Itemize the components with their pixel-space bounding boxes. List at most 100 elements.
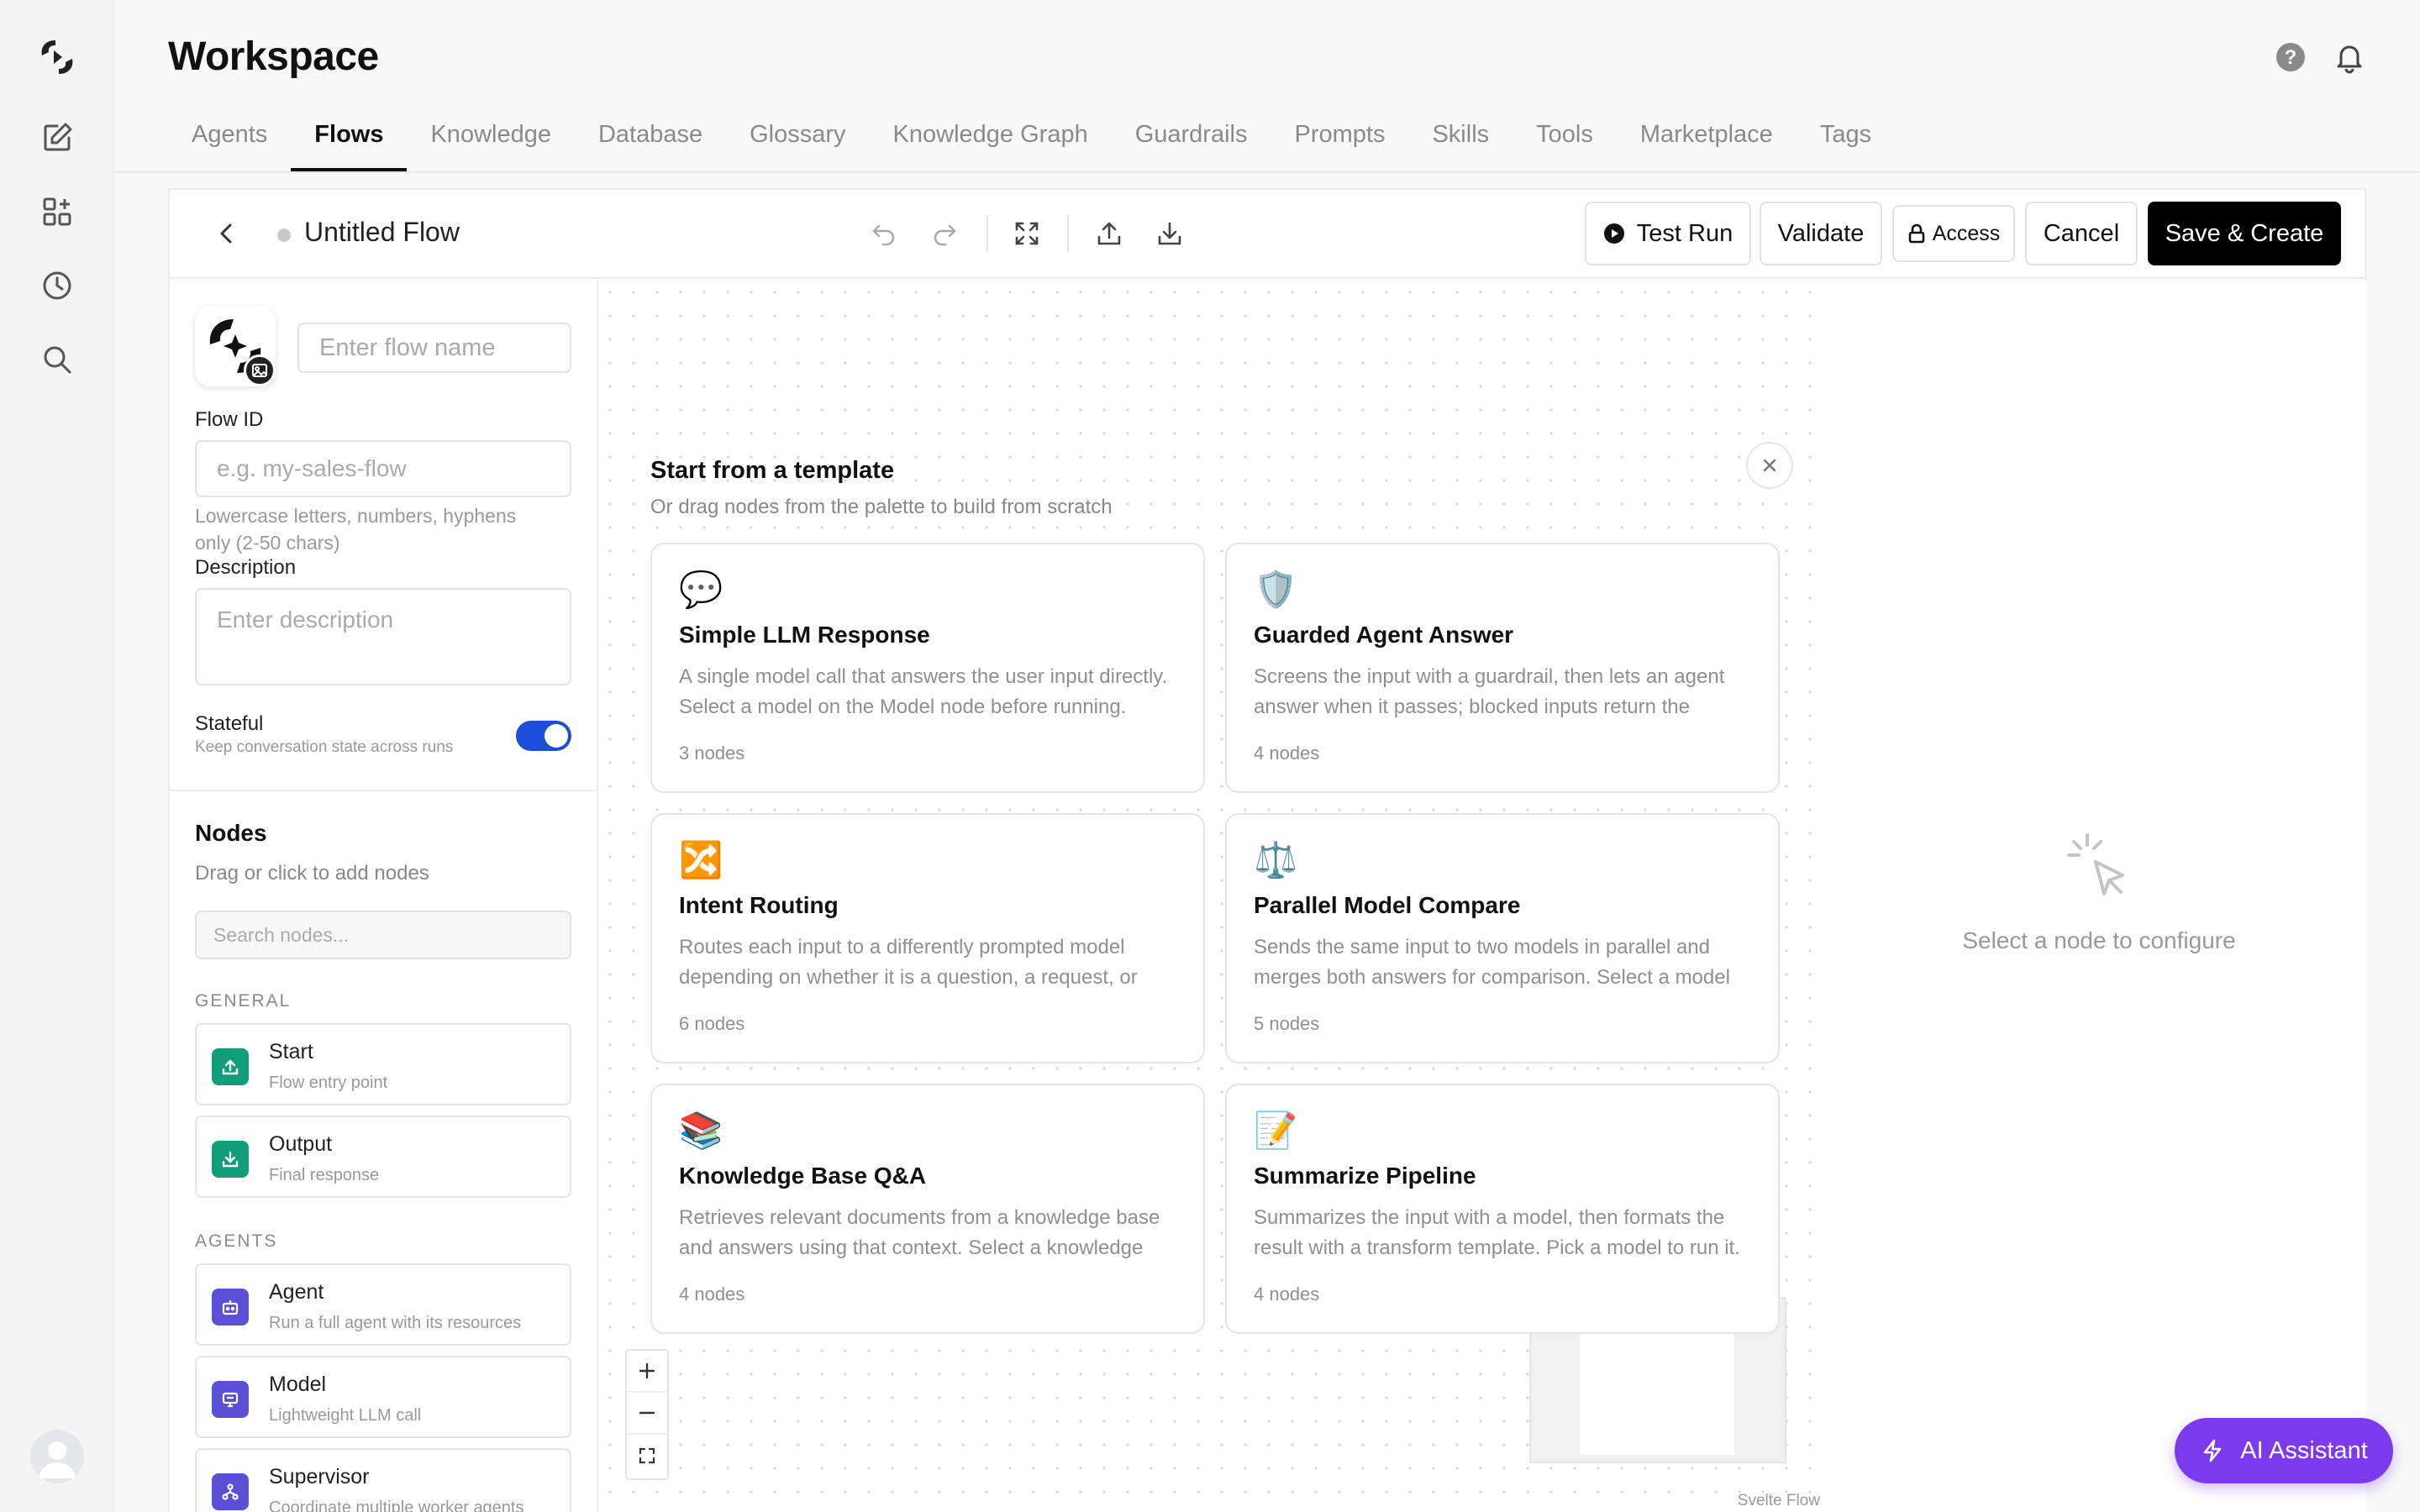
node-name: Agent (269, 1280, 324, 1304)
apps-icon[interactable] (34, 188, 81, 235)
flow-id-input[interactable]: e.g. my-sales-flow (195, 440, 571, 497)
minus-icon (639, 1411, 655, 1415)
svg-text:?: ? (2285, 46, 2297, 69)
template-title: Guarded Agent Answer (1254, 622, 1514, 648)
tab-flows[interactable]: Flows (291, 109, 408, 171)
logo-icon[interactable] (34, 34, 81, 81)
nodes-title: Nodes (195, 820, 267, 846)
templates-subtitle: Or drag nodes from the palette to build … (650, 496, 1113, 518)
palette-node-agent[interactable]: Agent Run a full agent with its resource… (195, 1263, 571, 1346)
flow-id-label: Flow ID (195, 408, 264, 431)
back-button[interactable] (207, 213, 247, 254)
books-icon: 📚 (679, 1110, 723, 1150)
redo-icon[interactable] (924, 213, 965, 254)
template-node-count: 5 nodes (1254, 1013, 1320, 1034)
avatar[interactable] (30, 1430, 84, 1483)
bell-icon[interactable] (2333, 40, 2366, 78)
template-card[interactable]: 📚 Knowledge Base Q&A Retrieves relevant … (650, 1084, 1205, 1334)
tab-skills[interactable]: Skills (1408, 109, 1512, 171)
template-title: Intent Routing (679, 892, 839, 918)
stateful-toggle[interactable] (516, 721, 571, 751)
section-general: GENERAL (195, 991, 292, 1011)
flow-name-input[interactable]: Enter flow name (297, 323, 571, 373)
lightning-icon (2203, 1439, 2222, 1462)
access-button[interactable]: Access (1892, 205, 2015, 262)
stateful-label: Stateful (195, 712, 264, 735)
node-name: Start (269, 1040, 313, 1063)
tab-marketplace[interactable]: Marketplace (1617, 109, 1797, 171)
description-input[interactable]: Enter description (195, 588, 571, 685)
node-desc: Lightweight LLM call (269, 1406, 422, 1425)
test-run-button[interactable]: Test Run (1585, 202, 1751, 265)
close-templates-button[interactable] (1746, 442, 1793, 489)
template-node-count: 6 nodes (679, 1013, 745, 1034)
app-rail (0, 0, 114, 1512)
panel-divider (170, 790, 597, 791)
toolbar-divider (986, 215, 988, 252)
palette-node-supervisor[interactable]: Supervisor Coordinate multiple worker ag… (195, 1448, 571, 1512)
hierarchy-icon (212, 1473, 249, 1510)
minimap-viewport (1580, 1332, 1734, 1455)
template-title: Parallel Model Compare (1254, 892, 1521, 918)
header-divider (114, 171, 2420, 173)
monitor-icon (212, 1381, 249, 1418)
memo-icon: 📝 (1254, 1110, 1298, 1150)
template-card[interactable]: 📝 Summarize Pipeline Summarizes the inpu… (1225, 1084, 1780, 1334)
flow-id-hint-2: only (2-50 chars) (195, 532, 340, 554)
tab-database[interactable]: Database (575, 109, 726, 171)
node-search-input[interactable]: Search nodes... (195, 911, 571, 959)
flow-settings-panel: Enter flow name Flow ID e.g. my-sales-fl… (170, 281, 598, 1512)
tab-tools[interactable]: Tools (1512, 109, 1617, 171)
template-card[interactable]: 💬 Simple LLM Response A single model cal… (650, 543, 1205, 793)
nodes-subtitle: Drag or click to add nodes (195, 862, 429, 885)
search-icon[interactable] (34, 336, 81, 383)
template-desc: Screens the input with a guardrail, then… (1254, 665, 1725, 718)
help-icon[interactable]: ? (2274, 40, 2307, 78)
image-upload-icon[interactable] (244, 354, 276, 386)
node-name: Supervisor (269, 1465, 370, 1488)
cancel-button[interactable]: Cancel (2025, 202, 2138, 265)
section-agents: AGENTS (195, 1231, 278, 1251)
import-icon[interactable] (1150, 213, 1190, 254)
tab-knowledge-graph[interactable]: Knowledge Graph (870, 109, 1112, 171)
unsaved-indicator (277, 228, 291, 242)
fit-view-icon[interactable] (1007, 213, 1047, 254)
flow-canvas[interactable]: Start from a template Or drag nodes from… (598, 281, 1832, 1512)
ai-assistant-button[interactable]: AI Assistant (2175, 1418, 2393, 1483)
tab-guardrails[interactable]: Guardrails (1112, 109, 1271, 171)
expand-icon (639, 1447, 655, 1464)
zoom-in-button[interactable] (627, 1351, 667, 1393)
export-icon[interactable] (1089, 213, 1129, 254)
template-card[interactable]: 🔀 Intent Routing Routes each input to a … (650, 813, 1205, 1063)
template-desc: Routes each input to a differently promp… (679, 936, 1138, 989)
node-config-panel: Select a node to configure (1832, 281, 2366, 1512)
plus-icon (639, 1362, 655, 1379)
attribution-link[interactable]: Svelte Flow (1738, 1492, 1820, 1510)
node-name: Model (269, 1373, 327, 1396)
tab-prompts[interactable]: Prompts (1270, 109, 1408, 171)
tab-glossary[interactable]: Glossary (726, 109, 869, 171)
validate-button[interactable]: Validate (1760, 202, 1882, 265)
shield-icon: 🛡️ (1254, 570, 1298, 609)
pointer-click-icon (2062, 828, 2136, 906)
palette-node-start[interactable]: Start Flow entry point (195, 1023, 571, 1105)
play-icon (1603, 223, 1624, 244)
edit-icon[interactable] (34, 114, 81, 161)
node-desc: Coordinate multiple worker agents (269, 1499, 524, 1512)
tab-agents[interactable]: Agents (168, 109, 291, 171)
zoom-out-button[interactable] (627, 1393, 667, 1435)
palette-node-output[interactable]: Output Final response (195, 1116, 571, 1198)
palette-node-model[interactable]: Model Lightweight LLM call (195, 1356, 571, 1438)
speech-bubble-icon: 💬 (679, 570, 723, 609)
undo-icon[interactable] (864, 213, 904, 254)
save-create-button[interactable]: Save & Create (2148, 202, 2341, 265)
template-card[interactable]: ⚖️ Parallel Model Compare Sends the same… (1225, 813, 1780, 1063)
tab-knowledge[interactable]: Knowledge (407, 109, 575, 171)
fit-view-button[interactable] (627, 1435, 667, 1477)
description-label: Description (195, 556, 297, 579)
templates-title: Start from a template (650, 457, 895, 484)
template-card[interactable]: 🛡️ Guarded Agent Answer Screens the inpu… (1225, 543, 1780, 793)
template-node-count: 4 nodes (1254, 743, 1320, 764)
history-icon[interactable] (34, 262, 81, 309)
tab-tags[interactable]: Tags (1797, 109, 1895, 171)
